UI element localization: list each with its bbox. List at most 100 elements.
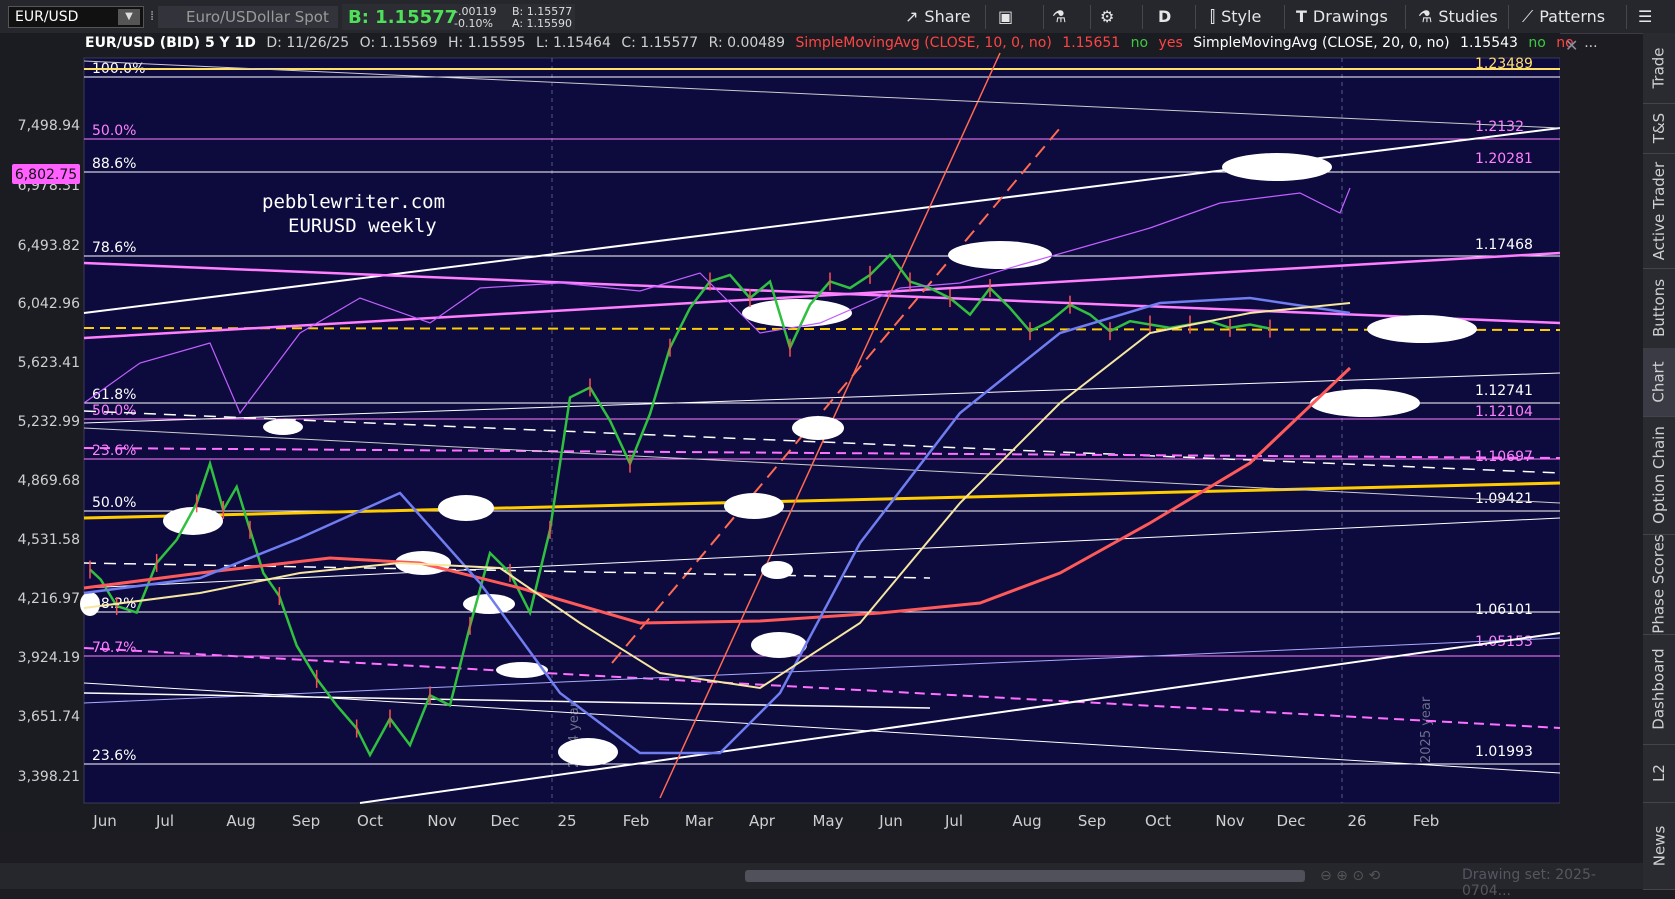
x-tick-label: Feb (623, 812, 650, 830)
side-tab-dashboard[interactable]: Dashboard (1643, 634, 1675, 745)
flask-icon: ⚗ (1418, 7, 1433, 26)
side-tab-label: Active Trader (1650, 161, 1668, 260)
patterns-button[interactable]: ⟋ Patterns (1522, 0, 1605, 33)
share-label: Share (924, 7, 971, 26)
x-tick-label: Dec (1276, 812, 1305, 830)
patterns-icon: ⟋ (1522, 6, 1534, 26)
fib-label-left: 50.0% (92, 123, 136, 139)
horizontal-scrollbar[interactable] (745, 870, 1305, 882)
menu-icon[interactable]: ☰ (1638, 0, 1652, 33)
x-tick-label: Nov (427, 812, 456, 830)
x-tick-label: Apr (749, 812, 776, 830)
x-tick-label: Jul (944, 812, 963, 830)
left-tick-label: 4,216.97 (18, 591, 80, 607)
gear-icon[interactable]: ⚙ (1100, 0, 1114, 33)
symbol-selector[interactable]: EUR/USD ▼ (8, 6, 144, 28)
side-tab-option-chain[interactable]: Option Chain (1643, 416, 1675, 535)
highlight-oval (742, 299, 852, 327)
x-tick-label: Aug (1012, 812, 1041, 830)
x-tick-label: Oct (357, 812, 383, 830)
annotation-subtitle: EURUSD weekly (288, 215, 437, 237)
left-tick-label: 5,623.41 (18, 355, 80, 371)
chevron-down-icon[interactable]: ▼ (118, 9, 140, 25)
x-tick-label: Jun (878, 812, 902, 830)
legend-more[interactable]: ... (1584, 35, 1597, 51)
left-tick-label: 3,924.19 (18, 650, 80, 666)
highlight-oval (263, 419, 303, 435)
left-price-tag-label: 6,802.75 (15, 167, 77, 183)
highlight-oval (948, 241, 1052, 269)
highlight-oval (558, 738, 618, 766)
x-tick-label: Mar (685, 812, 714, 830)
legend-low: L: 1.15464 (536, 35, 611, 51)
legend-sma10-yes[interactable]: yes (1159, 35, 1183, 51)
x-tick-label: Oct (1145, 812, 1171, 830)
side-tab-news[interactable]: News (1643, 802, 1675, 890)
fib-label-right: 1.05153 (1475, 634, 1533, 650)
fib-label-left: 23.6% (92, 748, 136, 764)
legend-sma10-no[interactable]: no (1131, 35, 1148, 51)
style-button[interactable]: ⫿ Style (1210, 0, 1261, 33)
legend-instrument: EUR/USD (BID) 5 Y 1D (85, 35, 256, 51)
left-tick-label: 4,531.58 (18, 532, 80, 548)
left-tick-label: 5,232.99 (18, 414, 80, 430)
fib-label-left: 23.6% (92, 443, 136, 459)
x-tick-label: May (812, 812, 843, 830)
collapse-icon[interactable]: ✕ (1565, 36, 1578, 55)
legend-sma20[interactable]: SimpleMovingAvg (CLOSE, 20, 0, no) (1193, 35, 1449, 51)
legend-open: O: 1.15569 (359, 35, 438, 51)
change-pct: -0.10% (454, 17, 493, 30)
symbol-description: Euro/USDollar Spot (158, 6, 338, 28)
side-tab-t-s[interactable]: T&S (1643, 103, 1675, 154)
fib-label-right: 1.20281 (1475, 151, 1533, 167)
x-tick-label: Sep (1078, 812, 1106, 830)
price-chart[interactable]: 2024 year 2025 year 100.0%50.0%88.6%78.6%… (0, 33, 1560, 833)
legend-sma20-no[interactable]: no (1528, 35, 1545, 51)
style-label: Style (1221, 7, 1262, 26)
share-button[interactable]: ↗ Share (905, 0, 971, 33)
x-tick-label: Sep (292, 812, 320, 830)
side-tab-label: News (1650, 825, 1669, 866)
flask-icon[interactable]: ⚗ (1052, 0, 1066, 33)
side-tab-label: L2 (1650, 764, 1668, 782)
candles-icon: ⫿ (1210, 6, 1216, 26)
fib-label-left: 50.0% (92, 403, 136, 419)
x-tick-label: Aug (226, 812, 255, 830)
fib-label-left: 50.0% (92, 495, 136, 511)
drawing-set-label[interactable]: Drawing set: 2025-0704... (1462, 867, 1643, 899)
side-tab-label: T&S (1649, 112, 1668, 144)
bid-price: B: 1.15577 (348, 7, 458, 28)
x-tick-label: 26 (1347, 812, 1366, 830)
side-tab-chart[interactable]: Chart (1643, 348, 1675, 417)
annotation-site: pebblewriter.com (262, 191, 445, 213)
studies-label: Studies (1438, 7, 1498, 26)
side-tab-trade[interactable]: Trade (1643, 33, 1675, 104)
side-tab-buttons[interactable]: Buttons (1643, 268, 1675, 349)
legend-sma10[interactable]: SimpleMovingAvg (CLOSE, 10, 0, no) (795, 35, 1051, 51)
fib-label-right: 1.12104 (1475, 404, 1533, 420)
zoom-icons[interactable]: ⊖ ⊕ ⊙ ⟲ (1320, 868, 1380, 884)
side-tab-label: Dashboard (1650, 648, 1669, 730)
fib-label-left: 88.6% (92, 156, 136, 172)
drawings-button[interactable]: T Drawings (1296, 0, 1388, 33)
legend-close: C: 1.15577 (621, 35, 699, 51)
studies-button[interactable]: ⚗ Studies (1418, 0, 1498, 33)
period-button[interactable]: D (1158, 0, 1171, 33)
fib-label-right: 1.01993 (1475, 744, 1533, 760)
side-tab-l2[interactable]: L2 (1643, 744, 1675, 803)
side-tabs: Trade T&S Active Trader Buttons Chart Option … (1643, 33, 1675, 890)
share-icon: ↗ (905, 7, 919, 26)
fib-label-left: 61.8% (92, 387, 136, 403)
fib-label-right: 1.17468 (1475, 237, 1533, 253)
x-tick-label: Jul (155, 812, 174, 830)
calendar-icon[interactable]: ▣ (998, 0, 1013, 33)
x-tick-label: Jun (92, 812, 116, 830)
fib-label-left: 70.7% (92, 640, 136, 656)
legend-date: D: 11/26/25 (266, 35, 350, 51)
side-tab-phase-scores[interactable]: Phase Scores (1643, 534, 1675, 635)
side-tab-active-trader[interactable]: Active Trader (1643, 153, 1675, 269)
side-tab-label: Trade (1650, 47, 1669, 89)
fib-label-right: 1.12741 (1475, 383, 1533, 399)
left-tick-label: 3,398.21 (18, 769, 80, 785)
link-icon[interactable]: ⁞ (150, 0, 154, 33)
